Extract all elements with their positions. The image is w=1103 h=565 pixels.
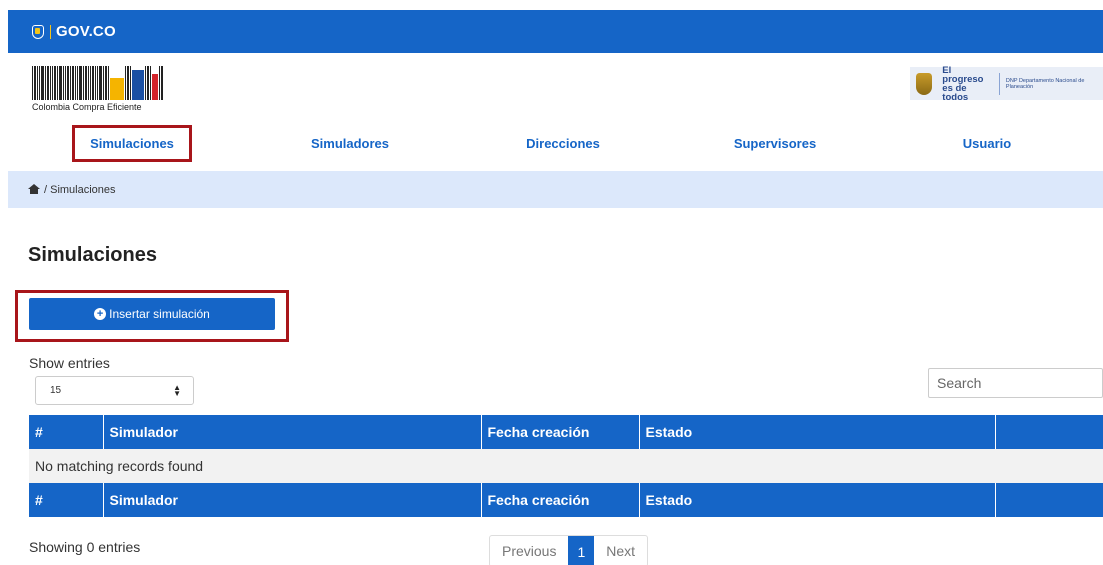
column-footer-actions: [995, 483, 1103, 517]
gov-shield-icon: [32, 24, 44, 39]
nav-usuario[interactable]: Usuario: [927, 122, 1047, 164]
page-1-button[interactable]: 1: [568, 536, 595, 565]
gov-top-bar: GOV.CO: [8, 10, 1103, 53]
progreso-text: El progreso es de todos: [942, 64, 984, 103]
column-footer-estado[interactable]: Estado: [639, 483, 996, 517]
barcode-logo-icon: [32, 66, 167, 100]
entries-select[interactable]: 15 ▲ ▼: [35, 376, 194, 405]
gov-co-logo[interactable]: GOV.CO: [32, 23, 116, 40]
nav-supervisores[interactable]: Supervisores: [715, 122, 835, 164]
insert-simulation-button[interactable]: + Insertar simulación: [29, 298, 275, 330]
insert-simulation-label: Insertar simulación: [109, 307, 210, 321]
simulations-table-footer: # Simulador Fecha creación Estado: [29, 483, 1103, 517]
column-header-actions: [995, 415, 1103, 449]
nav-direcciones[interactable]: Direcciones: [503, 122, 623, 164]
page-title: Simulaciones: [28, 244, 157, 266]
column-header-estado[interactable]: Estado: [639, 415, 996, 449]
entries-select-value: 15: [50, 385, 62, 396]
column-header-simulador[interactable]: Simulador: [103, 415, 482, 449]
showing-entries-info: Showing 0 entries: [29, 539, 141, 555]
column-footer-simulador[interactable]: Simulador: [103, 483, 482, 517]
logo-divider: [999, 72, 1000, 95]
nav-simuladores[interactable]: Simuladores: [290, 122, 410, 164]
search-input[interactable]: [928, 368, 1103, 398]
show-entries-label: Show entries: [29, 355, 110, 371]
breadcrumb: / Simulaciones: [8, 171, 1103, 208]
empty-table-row: No matching records found: [29, 449, 1103, 483]
column-footer-number[interactable]: #: [29, 483, 104, 517]
column-header-fecha[interactable]: Fecha creación: [481, 415, 640, 449]
cce-logo-text: Colombia Compra Eficiente: [32, 102, 142, 112]
gov-co-label: GOV.CO: [56, 23, 116, 40]
nav-simulaciones[interactable]: Simulaciones: [72, 125, 192, 162]
previous-page-button[interactable]: Previous: [490, 536, 568, 565]
colombia-compra-logo[interactable]: Colombia Compra Eficiente: [32, 66, 167, 114]
brand-header: Colombia Compra Eficiente El progreso es…: [8, 60, 1103, 118]
coat-of-arms-icon: [916, 72, 933, 95]
next-page-button[interactable]: Next: [594, 536, 647, 565]
breadcrumb-current: / Simulaciones: [44, 183, 116, 196]
gov-separator: [50, 24, 51, 39]
plus-circle-icon: +: [94, 308, 107, 320]
main-nav: Simulaciones Simuladores Direcciones Sup…: [8, 122, 1103, 164]
simulations-table-header: # Simulador Fecha creación Estado: [29, 415, 1103, 449]
sort-updown-icon: ▲ ▼: [173, 382, 181, 398]
column-footer-fecha[interactable]: Fecha creación: [481, 483, 640, 517]
pagination: Previous 1 Next: [489, 535, 649, 565]
column-header-number[interactable]: #: [29, 415, 104, 449]
dnp-text: DNP Departamento Nacional de Planeación: [1005, 77, 1085, 90]
home-icon[interactable]: [28, 184, 40, 195]
progreso-dnp-logo[interactable]: El progreso es de todos DNP Departamento…: [910, 64, 1103, 103]
